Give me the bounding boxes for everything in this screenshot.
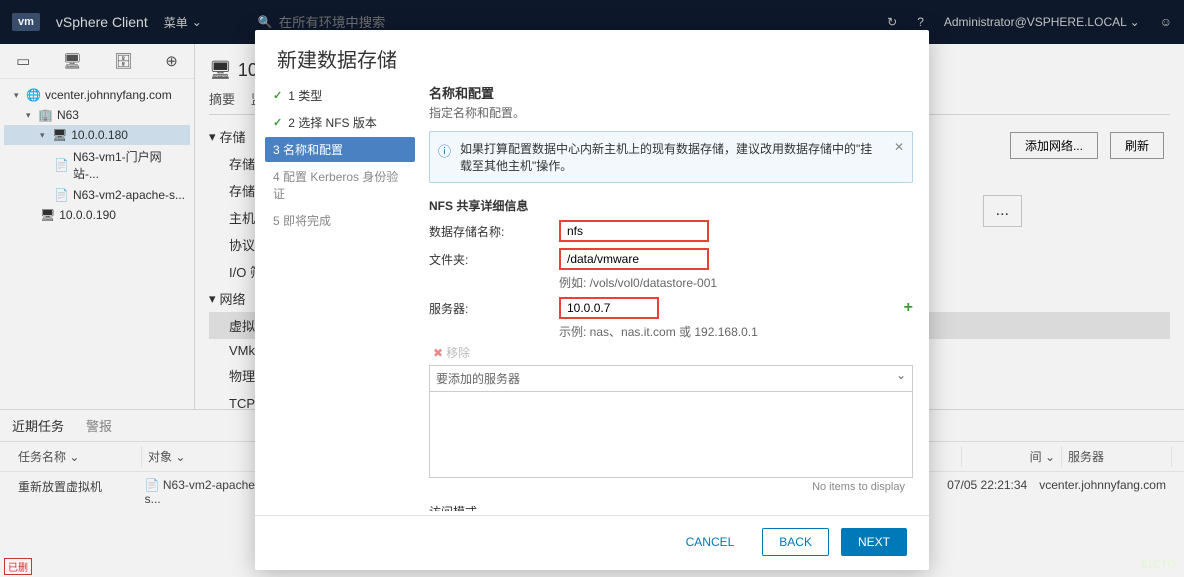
back-button[interactable]: BACK [762, 528, 829, 556]
modal-footer: CANCEL BACK NEXT [255, 515, 929, 556]
wizard-sub: 指定名称和配置。 [429, 104, 913, 121]
label-dsname: 数据存储名称: [429, 223, 549, 240]
info-banner: ⓘ 如果打算配置数据中心内新主机上的现有数据存储，建议改用数据存储中的"挂载至其… [429, 131, 913, 183]
next-button[interactable]: NEXT [841, 528, 907, 556]
label-server: 服务器: [429, 300, 549, 317]
servers-to-add-select[interactable]: 要添加的服务器 [429, 365, 913, 392]
modal-title: 新建数据存储 [255, 30, 929, 83]
input-folder[interactable] [559, 248, 709, 270]
red-corner-note: 已删 [4, 558, 32, 575]
folder-hint: 例如: /vols/vol0/datastore-001 [559, 274, 913, 291]
nfs-section-title: NFS 共享详细信息 [429, 197, 913, 214]
server-hint: 示例: nas、nas.it.com 或 192.168.0.1 [559, 323, 913, 340]
wizard-header: 名称和配置 [429, 83, 913, 102]
step-name-config[interactable]: 3 名称和配置 [265, 137, 415, 162]
input-dsname[interactable] [559, 220, 709, 242]
no-items-label: No items to display [429, 481, 913, 493]
step-ready: 5 即将完成 [265, 208, 415, 233]
banner-text: 如果打算配置数据中心内新主机上的现有数据存储，建议改用数据存储中的"挂载至其他主… [460, 142, 872, 173]
watermark: 51CTO [1141, 559, 1176, 571]
step-kerberos: 4 配置 Kerberos 身份验证 [265, 164, 415, 206]
cancel-button[interactable]: CANCEL [670, 528, 751, 556]
step-type[interactable]: 1 类型 [265, 83, 415, 108]
info-icon: ⓘ [438, 141, 451, 160]
input-server[interactable] [559, 297, 659, 319]
step-nfs-version[interactable]: 2 选择 NFS 版本 [265, 110, 415, 135]
add-server-icon[interactable]: + [904, 299, 913, 317]
wizard-steps: 1 类型 2 选择 NFS 版本 3 名称和配置 4 配置 Kerberos 身… [255, 83, 425, 511]
wizard-content: 名称和配置 指定名称和配置。 ⓘ 如果打算配置数据中心内新主机上的现有数据存储，… [425, 83, 929, 511]
new-datastore-modal: 新建数据存储 1 类型 2 选择 NFS 版本 3 名称和配置 4 配置 Ker… [255, 30, 929, 570]
remove-label: 移除 [446, 344, 470, 361]
remove-x-icon: ✖ [433, 346, 443, 360]
access-mode-title: 访问模式 [429, 503, 913, 511]
server-list-box[interactable] [429, 392, 913, 478]
banner-close-icon[interactable]: ✕ [894, 140, 904, 154]
modal-backdrop: 新建数据存储 1 类型 2 选择 NFS 版本 3 名称和配置 4 配置 Ker… [0, 0, 1184, 577]
remove-server[interactable]: ✖ 移除 [433, 344, 913, 361]
label-folder: 文件夹: [429, 251, 549, 268]
